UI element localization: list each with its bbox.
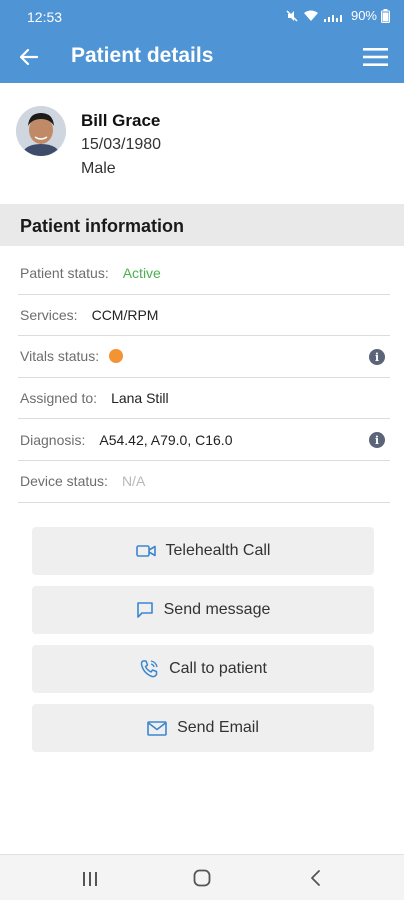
battery-icon [381, 8, 390, 23]
send-email-button[interactable]: Send Email [32, 704, 374, 752]
vitals-status-row: Vitals status: i [18, 336, 390, 378]
vitals-status-dot [109, 349, 124, 364]
patient-dob: 15/03/1980 [81, 136, 162, 153]
send-message-button[interactable]: Send message [32, 586, 374, 634]
patient-gender: Male [81, 160, 116, 177]
patient-status-value: Active [122, 265, 161, 282]
status-time: 12:53 [27, 9, 63, 25]
send-email-label: Send Email [177, 719, 259, 736]
wifi-icon [303, 10, 318, 21]
assigned-to-label: Assigned to: [20, 390, 98, 407]
device-status-value: N/A [121, 473, 146, 490]
phone-icon [140, 660, 158, 678]
call-to-patient-label: Call to patient [169, 660, 267, 677]
mute-icon [286, 9, 298, 22]
services-value: CCM/RPM [91, 306, 159, 323]
info-icon[interactable]: i [369, 349, 385, 366]
status-bar: 12:53 90% [0, 0, 404, 34]
recent-apps-icon[interactable] [82, 871, 98, 887]
menu-button[interactable] [360, 42, 390, 72]
signal-icon [323, 14, 342, 22]
chat-bubble-icon [136, 602, 153, 618]
device-status-label: Device status: [20, 473, 108, 490]
app-bar: 12:53 90% Patient details [0, 0, 404, 83]
android-nav-bar [0, 854, 404, 900]
telehealth-call-label: Telehealth Call [165, 542, 271, 559]
call-to-patient-button[interactable]: Call to patient [32, 645, 374, 693]
send-message-label: Send message [163, 601, 271, 618]
info-icon[interactable]: i [369, 432, 385, 449]
action-buttons: Telehealth Call Send message Call to pat… [32, 527, 374, 763]
back-arrow-icon [19, 48, 39, 66]
patient-status-row: Patient status: Active [18, 253, 390, 295]
diagnosis-label: Diagnosis: [20, 431, 86, 448]
section-header: Patient information [0, 204, 404, 246]
hamburger-menu-icon [362, 48, 388, 66]
patient-status-label: Patient status: [20, 265, 109, 282]
diagnosis-value: A54.42, A79.0, C16.0 [99, 431, 233, 448]
diagnosis-row: Diagnosis: A54.42, A79.0, C16.0 i [18, 419, 390, 461]
battery-percent: 90% [350, 8, 377, 23]
assigned-to-row: Assigned to: Lana Still [18, 378, 390, 420]
video-camera-icon [135, 545, 156, 557]
vitals-status-label: Vitals status: [20, 348, 100, 365]
patient-info-list: Patient status: Active Services: CCM/RPM… [0, 253, 404, 503]
assigned-to-value: Lana Still [111, 390, 169, 407]
home-icon[interactable] [193, 869, 211, 887]
status-icons: 90% [285, 8, 390, 23]
page-title: Patient details [71, 44, 214, 67]
telehealth-call-button[interactable]: Telehealth Call [32, 527, 374, 575]
avatar [16, 106, 66, 156]
device-status-row: Device status: N/A [18, 461, 390, 503]
services-label: Services: [20, 306, 78, 323]
patient-profile: Bill Grace 15/03/1980 Male [0, 83, 404, 203]
section-title: Patient information [20, 216, 185, 236]
mail-icon [147, 720, 167, 736]
back-nav-icon[interactable] [309, 869, 321, 887]
back-button[interactable] [14, 42, 44, 72]
services-row: Services: CCM/RPM [18, 295, 390, 337]
patient-name: Bill Grace [81, 111, 161, 130]
